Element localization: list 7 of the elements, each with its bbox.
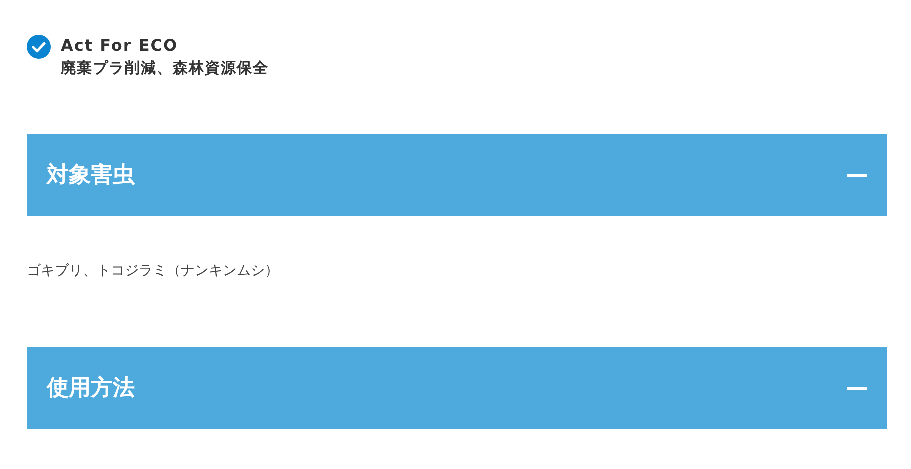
minus-icon [847, 174, 867, 176]
badge-title: Act For ECO [61, 35, 180, 57]
section-body: ゴキブリ、トコジラミ（ナンキンムシ） [27, 262, 280, 281]
accordion-header[interactable]: 対象害虫 [27, 134, 887, 216]
badge-subtitle: 廃棄プラ削減、森林資源保全 [61, 58, 269, 79]
accordion-header[interactable]: 使用方法 [27, 347, 887, 429]
minus-icon [847, 386, 867, 390]
